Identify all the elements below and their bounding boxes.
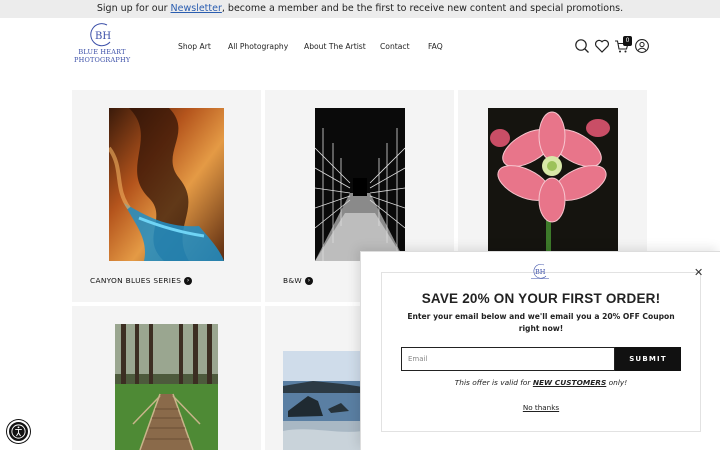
close-icon[interactable]: ✕ — [694, 266, 703, 279]
newsletter-popup: ✕ BH SAVE 20% ON YOUR FIRST ORDER! Enter… — [360, 251, 720, 450]
logo-line2: PHOTOGRAPHY — [74, 56, 131, 64]
chevron-right-icon: › — [305, 277, 314, 285]
announcement-suffix: , become a member and be the first to re… — [221, 3, 624, 14]
no-thanks-link[interactable]: No thanks — [361, 403, 720, 412]
announcement-prefix: Sign up for our — [96, 3, 171, 14]
offer-prefix: This offer is valid for — [454, 378, 533, 387]
product-title[interactable]: CANYON BLUES SERIES › — [90, 276, 193, 285]
bridge-bw-photo — [315, 108, 405, 261]
nav-faq[interactable]: FAQ — [428, 42, 443, 51]
search-icon[interactable] — [574, 38, 590, 54]
submit-button[interactable]: SUBMIT — [615, 347, 681, 371]
forest-boardwalk-photo — [115, 324, 218, 450]
nav-shop-art[interactable]: Shop Art — [178, 42, 211, 51]
site-header: BH BLUE HEART PHOTOGRAPHY Shop Art All P… — [0, 18, 720, 80]
offer-note: This offer is valid for NEW CUSTOMERS on… — [361, 378, 720, 387]
email-field[interactable]: Email — [401, 347, 615, 371]
account-icon[interactable] — [634, 38, 650, 54]
offer-highlight: NEW CUSTOMERS — [532, 378, 607, 387]
nav-about-the-artist[interactable]: About The Artist — [304, 42, 366, 51]
product-title[interactable]: B&W › — [283, 276, 314, 285]
popup-description: Enter your email below and we'll email y… — [407, 312, 675, 333]
product-card[interactable]: CANYON BLUES SERIES › — [72, 90, 261, 302]
canyon-photo — [109, 108, 224, 261]
svg-text:BH: BH — [95, 31, 111, 42]
amaryllis-flower-photo — [488, 108, 618, 252]
chevron-right-icon: › — [184, 277, 193, 285]
newsletter-link[interactable]: Newsletter — [171, 3, 222, 14]
logo-line1: BLUE HEART — [78, 48, 126, 56]
heart-icon[interactable] — [594, 38, 610, 54]
accessibility-icon[interactable] — [7, 420, 30, 443]
product-title-text: CANYON BLUES SERIES — [90, 276, 182, 285]
logo-text: BLUE HEART PHOTOGRAPHY — [74, 48, 130, 64]
nav-contact[interactable]: Contact — [380, 42, 410, 51]
svg-text:BH: BH — [535, 268, 546, 276]
product-card[interactable] — [72, 306, 261, 450]
announcement-bar: Sign up for our Newsletter, become a mem… — [0, 0, 720, 18]
popup-logo: BH — [531, 264, 549, 279]
brand-logo[interactable]: BH BLUE HEART PHOTOGRAPHY — [74, 22, 130, 72]
offer-suffix: only! — [606, 378, 628, 387]
nav-all-photography[interactable]: All Photography — [228, 42, 288, 51]
product-title-text: B&W — [283, 276, 303, 285]
logo-mark: BH — [90, 23, 111, 47]
popup-heading: SAVE 20% ON YOUR FIRST ORDER! — [421, 291, 661, 306]
cart-count-badge: 0 — [623, 36, 632, 46]
